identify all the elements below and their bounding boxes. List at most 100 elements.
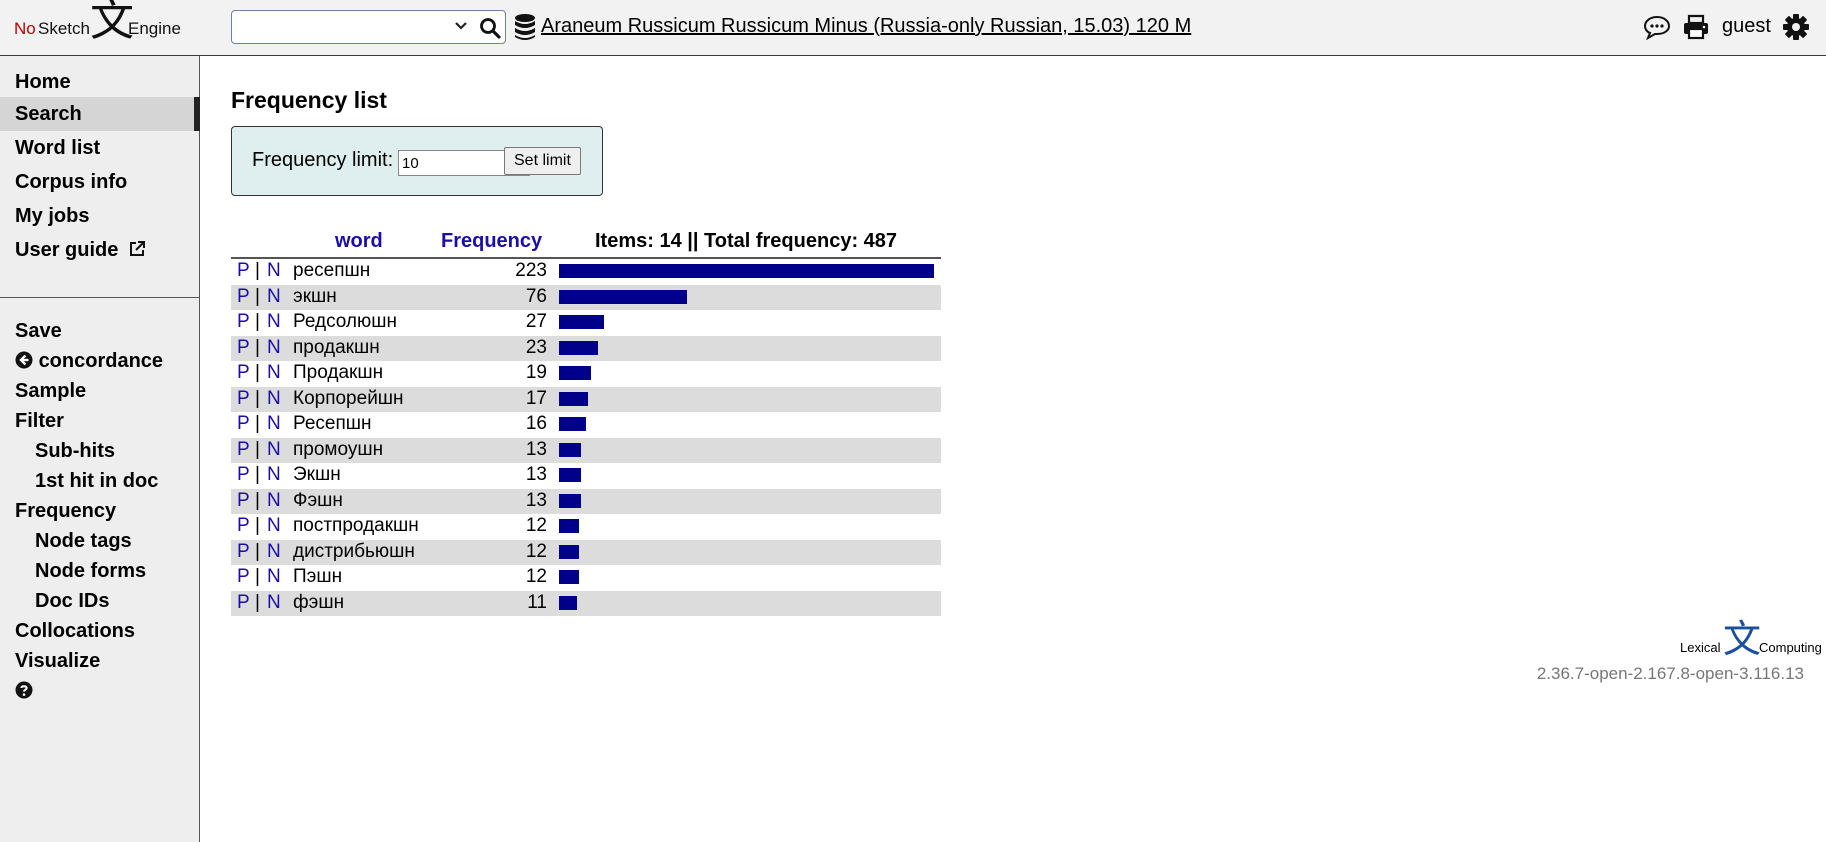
sidebar-item-corpus-info[interactable]: Corpus info <box>0 165 200 199</box>
word-cell: Пэшн <box>293 566 343 587</box>
link-separator: | <box>255 336 260 358</box>
positive-filter-link[interactable]: P <box>237 541 250 563</box>
negative-filter-link[interactable]: N <box>267 311 281 333</box>
logo-computing: Computing <box>1759 640 1822 655</box>
sidebar-item-collocations[interactable]: Collocations <box>0 616 200 646</box>
negative-filter-link[interactable]: N <box>267 362 281 384</box>
logo-sketch: Sketch <box>38 19 90 38</box>
positive-filter-link[interactable]: P <box>237 260 250 282</box>
chevron-down-icon[interactable] <box>454 19 468 33</box>
frequency-bar <box>559 264 934 278</box>
positive-filter-link[interactable]: P <box>237 592 250 614</box>
logo-lexical: Lexical <box>1680 640 1721 655</box>
page-title: Frequency list <box>231 87 387 113</box>
sidebar-item-first-hit-in-doc[interactable]: 1st hit in doc <box>0 466 200 496</box>
link-separator: | <box>255 362 260 383</box>
table-row: P | Nресепшн 223 <box>231 259 941 285</box>
sidebar-item-save[interactable]: Save <box>0 316 200 346</box>
frequency-bar <box>559 493 581 508</box>
sidebar-item-label: Corpus info <box>15 171 128 193</box>
positive-filter-link[interactable]: P <box>237 337 250 359</box>
frequency-bar <box>559 570 579 584</box>
negative-filter-link[interactable]: N <box>267 260 281 282</box>
sidebar-item-frequency[interactable]: Frequency <box>0 496 200 526</box>
negative-filter-link[interactable]: N <box>267 286 281 308</box>
sidebar-item-label: concordance <box>38 350 164 372</box>
table-row: P | Nпромоушн 13 <box>231 437 941 463</box>
link-separator: | <box>255 285 260 307</box>
sidebar-item-label: 1st hit in doc <box>35 470 159 492</box>
sidebar-item-search[interactable]: Search <box>0 97 200 131</box>
sidebar-item-my-jobs[interactable]: My jobs <box>0 199 200 233</box>
frequency-cell: 76 <box>525 285 547 307</box>
negative-filter-link[interactable]: N <box>267 464 281 486</box>
positive-filter-link[interactable]: P <box>237 286 250 308</box>
frequency-limit-panel: Frequency limit: Set limit <box>231 126 603 196</box>
word-cell: Ресепшн <box>293 413 372 434</box>
sidebar-item-doc-ids[interactable]: Doc IDs <box>0 586 200 616</box>
lexical-computing-logo[interactable]: Lexical 文 Computing <box>1680 617 1822 666</box>
positive-filter-link[interactable]: P <box>237 515 250 537</box>
sidebar-item-label: Doc IDs <box>35 590 110 612</box>
sidebar-divider <box>0 297 199 298</box>
frequency-cell: 23 <box>525 336 547 358</box>
positive-filter-link[interactable]: P <box>237 566 250 588</box>
negative-filter-link[interactable]: N <box>267 592 281 614</box>
nosketch-engine-logo[interactable]: No Sketch 文 Engine <box>14 0 181 51</box>
sidebar-item-home[interactable]: Home <box>0 65 200 99</box>
sidebar-item-label: User guide <box>15 239 119 261</box>
word-cell: постпродакшн <box>293 515 419 536</box>
database-icon <box>515 14 535 40</box>
sidebar-item-sample[interactable]: Sample <box>0 376 200 406</box>
negative-filter-link[interactable]: N <box>267 337 281 359</box>
sidebar-item-concordance[interactable]: concordance <box>0 346 200 376</box>
link-separator: | <box>255 413 260 434</box>
positive-filter-link[interactable]: P <box>237 362 250 384</box>
print-icon[interactable] <box>1682 14 1710 40</box>
sidebar-item-user-guide[interactable]: User guide <box>0 233 200 267</box>
positive-filter-link[interactable]: P <box>237 464 250 486</box>
frequency-bar <box>559 289 687 304</box>
frequency-bar <box>559 366 591 380</box>
sidebar-item-filter[interactable]: Filter <box>0 406 200 436</box>
table-row: P | N Продакшн 19 <box>231 361 941 387</box>
frequency-bar <box>559 340 598 355</box>
word-cell: Фэшн <box>293 489 343 511</box>
set-limit-button[interactable]: Set limit <box>504 147 581 175</box>
search-input[interactable] <box>236 15 440 41</box>
negative-filter-link[interactable]: N <box>267 388 281 410</box>
link-separator: | <box>255 387 260 409</box>
positive-filter-link[interactable]: P <box>237 413 250 435</box>
sidebar-item-visualize[interactable]: Visualize <box>0 646 200 676</box>
negative-filter-link[interactable]: N <box>267 413 281 435</box>
logo-glyph: 文 <box>1723 617 1762 661</box>
positive-filter-link[interactable]: P <box>237 490 250 512</box>
top-header: No Sketch 文 Engine Araneum Russicum Russ… <box>0 0 1826 56</box>
sidebar-item-sub-hits[interactable]: Sub-hits <box>0 436 200 466</box>
feedback-icon[interactable] <box>1643 14 1671 40</box>
sidebar-item-node-tags[interactable]: Node tags <box>0 526 200 556</box>
search-icon[interactable] <box>478 16 502 40</box>
table-row: P | Nдистрибьюшн 12 <box>231 539 941 565</box>
positive-filter-link[interactable]: P <box>237 388 250 410</box>
negative-filter-link[interactable]: N <box>267 566 281 588</box>
corpus-name-link[interactable]: Araneum Russicum Russicum Minus (Russia-… <box>541 15 1191 38</box>
sort-by-frequency-link[interactable]: Frequency <box>441 230 542 253</box>
frequency-bar <box>559 442 581 457</box>
negative-filter-link[interactable]: N <box>267 541 281 563</box>
sidebar-item-help[interactable] <box>0 676 200 706</box>
positive-filter-link[interactable]: P <box>237 311 250 333</box>
sort-by-word-link[interactable]: word <box>335 230 383 253</box>
user-name[interactable]: guest <box>1722 15 1771 38</box>
negative-filter-link[interactable]: N <box>267 490 281 512</box>
sidebar-item-word-list[interactable]: Word list <box>0 131 200 165</box>
negative-filter-link[interactable]: N <box>267 515 281 537</box>
negative-filter-link[interactable]: N <box>267 439 281 461</box>
frequency-bar <box>559 315 604 329</box>
sidebar-item-node-forms[interactable]: Node forms <box>0 556 200 586</box>
sidebar-item-label: Frequency <box>15 500 117 522</box>
settings-icon[interactable] <box>1782 13 1810 41</box>
positive-filter-link[interactable]: P <box>237 439 250 461</box>
table-row: P | N Фэшн 13 <box>231 488 941 514</box>
sidebar: Home Search Word list Corpus info My job… <box>0 56 200 842</box>
